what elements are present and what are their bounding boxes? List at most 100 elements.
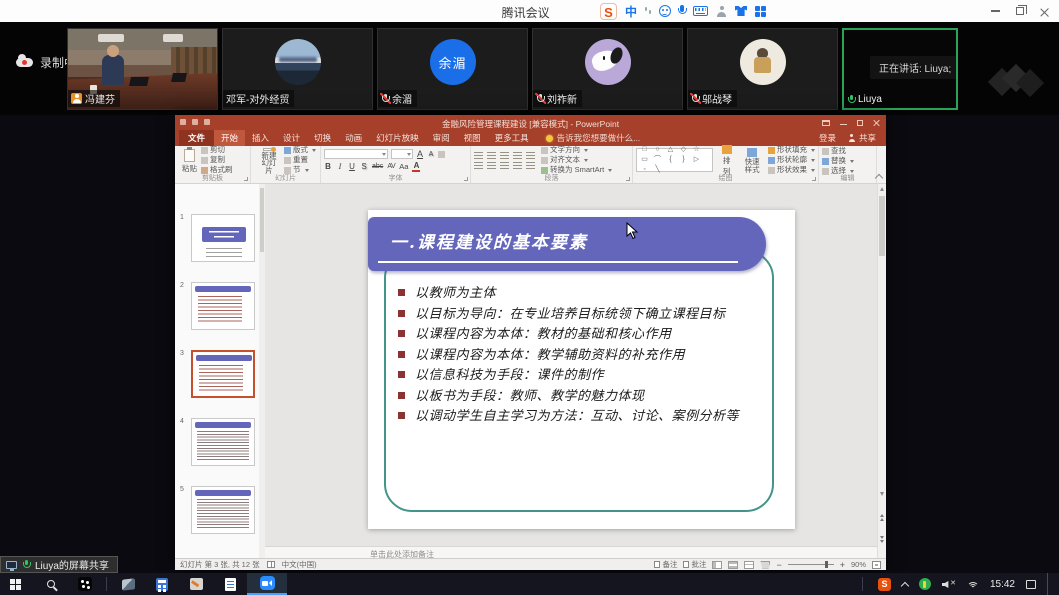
soft-keyboard-icon[interactable]: [693, 6, 708, 16]
grow-font-button[interactable]: A: [416, 149, 424, 159]
align-text-button[interactable]: 对齐文本: [541, 156, 612, 165]
font-style-button[interactable]: abc: [372, 163, 383, 170]
slide-scrollbar[interactable]: [877, 184, 886, 558]
copy-button[interactable]: 复制: [201, 156, 233, 165]
scrollbar-thumb[interactable]: [879, 196, 885, 256]
paragraph-dialog-launcher[interactable]: [626, 177, 630, 181]
zoom-out-icon[interactable]: −: [776, 560, 781, 570]
clipboard-dialog-launcher[interactable]: [244, 177, 248, 181]
slide-canvas[interactable]: 一.课程建设的基本要素 以教师为主体以目标为导向：在专业培养目标统领下确立课程目…: [368, 210, 795, 529]
signin-button[interactable]: 登录: [819, 132, 836, 144]
reading-view-icon[interactable]: [744, 561, 754, 569]
shape-outline-button[interactable]: 形状轮廓: [768, 156, 815, 165]
taskbar-search-button[interactable]: [34, 573, 68, 595]
shape-icon[interactable]: ⌒: [652, 155, 663, 165]
share-button[interactable]: 共享: [848, 132, 876, 144]
show-desktop-button[interactable]: [1047, 573, 1051, 595]
close-icon[interactable]: [1040, 7, 1049, 16]
slide-bullet-list[interactable]: 以教师为主体以目标为导向：在专业培养目标统领下确立课程目标以课程内容为本体：教材…: [398, 284, 778, 428]
slide-thumbnail[interactable]: 5: [191, 486, 255, 534]
align-right-icon[interactable]: [500, 162, 509, 169]
fit-to-window-icon[interactable]: [872, 561, 881, 569]
shape-fill-button[interactable]: 形状填充: [768, 146, 815, 155]
tell-me-box[interactable]: 告诉我您想要做什么...: [546, 130, 641, 146]
drawing-dialog-launcher[interactable]: [812, 177, 816, 181]
normal-view-icon[interactable]: [712, 561, 722, 569]
align-left-icon[interactable]: [474, 162, 483, 169]
start-button[interactable]: [0, 573, 34, 595]
ppt-minimize-icon[interactable]: [840, 124, 847, 125]
comments-toggle[interactable]: 批注: [683, 559, 706, 570]
save-icon[interactable]: [180, 119, 186, 125]
clear-formatting-icon[interactable]: [438, 151, 445, 158]
shape-icon[interactable]: ▷: [691, 155, 702, 165]
indent-increase-icon[interactable]: [513, 152, 522, 159]
font-style-button[interactable]: U: [348, 162, 356, 171]
font-style-button[interactable]: S: [360, 162, 368, 171]
font-style-button[interactable]: I: [336, 162, 344, 171]
zoom-slider-thumb[interactable]: [825, 561, 828, 568]
shape-icon[interactable]: ○: [652, 145, 663, 155]
tray-expand-icon[interactable]: [901, 581, 909, 589]
font-dialog-launcher[interactable]: [464, 177, 468, 181]
taskbar-calculator[interactable]: [145, 573, 179, 595]
font-style-button[interactable]: B: [324, 162, 332, 171]
slide-thumbnail[interactable]: 3: [191, 350, 255, 398]
taskbar-app-pinned-2[interactable]: [111, 573, 145, 595]
volume-muted-icon[interactable]: [942, 579, 956, 589]
ribbon-tab[interactable]: 文件: [179, 130, 214, 146]
new-slide-button[interactable]: 新建幻灯片: [254, 148, 284, 174]
bullet-list-icon[interactable]: [474, 152, 483, 159]
font-style-button[interactable]: A: [412, 161, 420, 172]
emoji-icon[interactable]: [659, 5, 671, 17]
ime-language-toggle[interactable]: 中: [625, 3, 637, 20]
ppt-close-icon[interactable]: [873, 119, 880, 126]
sogou-logo-icon[interactable]: S: [600, 3, 617, 20]
ribbon-tab[interactable]: 开始: [214, 130, 245, 146]
justify-icon[interactable]: [513, 162, 522, 169]
slide-thumbnail[interactable]: 2: [191, 282, 255, 330]
taskbar-app-pinned-4[interactable]: [213, 573, 247, 595]
language-indicator[interactable]: 中文(中国): [282, 559, 317, 570]
ime-skin-icon[interactable]: [735, 6, 747, 16]
slideshow-icon[interactable]: [204, 119, 210, 125]
zoom-level[interactable]: 90%: [851, 560, 866, 569]
sogou-tray-icon[interactable]: S: [878, 578, 891, 591]
text-direction-button[interactable]: 文字方向: [541, 146, 612, 155]
indent-decrease-icon[interactable]: [500, 152, 509, 159]
layout-button[interactable]: 版式: [284, 146, 316, 155]
ribbon-tab[interactable]: 切换: [307, 130, 338, 146]
voice-input-icon[interactable]: [679, 5, 685, 17]
ribbon-display-icon[interactable]: [822, 120, 830, 126]
shrink-font-button[interactable]: A: [427, 151, 435, 158]
taskbar-app-pinned-1[interactable]: [68, 573, 102, 595]
shape-icon[interactable]: △: [665, 145, 676, 155]
taskbar-app-pinned-3[interactable]: [179, 573, 213, 595]
next-slide-icon[interactable]: [880, 536, 884, 543]
zoom-slider[interactable]: [788, 564, 834, 565]
antivirus-tray-icon[interactable]: [919, 578, 931, 590]
slide-sorter-icon[interactable]: [728, 561, 738, 569]
collapse-ribbon-icon[interactable]: [875, 174, 883, 182]
ribbon-tab[interactable]: 动画: [338, 130, 369, 146]
zoom-in-icon[interactable]: +: [840, 560, 845, 570]
shape-icon[interactable]: {: [665, 155, 676, 165]
ribbon-tab[interactable]: 视图: [457, 130, 488, 146]
font-name-select[interactable]: [324, 149, 388, 159]
slideshow-view-icon[interactable]: [760, 561, 770, 569]
scroll-up-icon[interactable]: [880, 187, 884, 191]
slide-thumbnail[interactable]: 4: [191, 418, 255, 466]
video-tile-3[interactable]: 余湄 余湄: [377, 28, 528, 110]
thumbnail-scrollbar[interactable]: [259, 184, 265, 558]
notes-pane[interactable]: 单击此处添加备注: [265, 546, 877, 558]
minimize-icon[interactable]: [991, 10, 1000, 12]
video-tile-4[interactable]: 刘祚新: [532, 28, 683, 110]
ribbon-tab[interactable]: 幻灯片放映: [369, 130, 426, 146]
ribbon-tab[interactable]: 设计: [276, 130, 307, 146]
restore-icon[interactable]: [1016, 7, 1024, 15]
video-tile-1[interactable]: 冯建芬: [67, 28, 218, 110]
ime-account-icon[interactable]: [716, 6, 727, 17]
arrange-button[interactable]: 排列: [717, 148, 736, 173]
undo-icon[interactable]: [192, 119, 198, 125]
font-style-button[interactable]: AV: [387, 163, 395, 170]
